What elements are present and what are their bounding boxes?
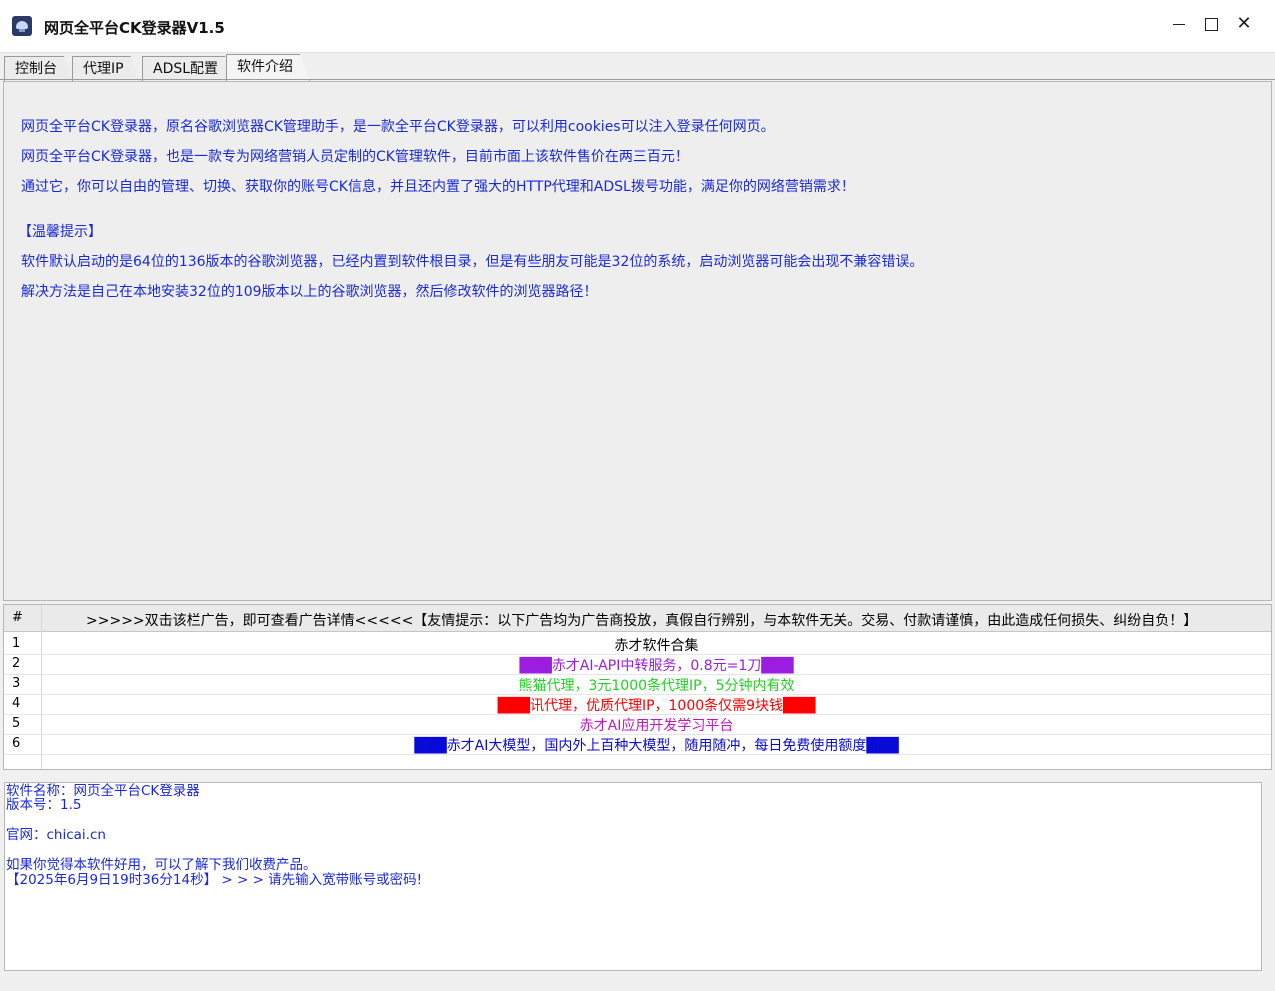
intro-line: 网页全平台CK登录器，也是一款专为网络营销人员定制的CK管理软件，目前市面上该软… — [21, 149, 689, 165]
table-row[interactable]: 2 ███赤才AI-API中转服务，0.8元=1刀███ — [4, 654, 1271, 675]
log-textarea[interactable]: 软件名称：网页全平台CK登录器 版本号：1.5 官网：chicai.cn 如果你… — [4, 782, 1262, 971]
ad-text[interactable]: 赤才软件合集 — [42, 635, 1271, 655]
row-number: 6 — [12, 736, 21, 751]
log-line: 版本号：1.5 — [6, 797, 82, 813]
log-line: 官网：chicai.cn — [6, 827, 106, 843]
column-header-number: # — [12, 610, 23, 625]
tab-proxy-ip[interactable]: 代理IP — [72, 56, 141, 81]
tips-heading: 【温馨提示】 — [18, 224, 102, 240]
status-bar — [0, 972, 1275, 991]
minimize-icon[interactable] — [1163, 8, 1195, 40]
intro-line: 网页全平台CK登录器，原名谷歌浏览器CK管理助手，是一款全平台CK登录器，可以利… — [21, 119, 775, 135]
row-number: 3 — [12, 676, 21, 691]
title-bar: 网页全平台CK登录器V1.5 ✕ — [0, 0, 1275, 53]
intro-panel: 网页全平台CK登录器，原名谷歌浏览器CK管理助手，是一款全平台CK登录器，可以利… — [3, 81, 1272, 601]
intro-line: 软件默认启动的是64位的136版本的谷歌浏览器，已经内置到软件根目录，但是有些朋… — [21, 254, 924, 270]
tab-divider — [0, 79, 1275, 80]
intro-line: 解决方法是自己在本地安装32位的109版本以上的谷歌浏览器，然后修改软件的浏览器… — [21, 284, 598, 300]
intro-line: 通过它，你可以自由的管理、切换、获取你的账号CK信息，并且还内置了强大的HTTP… — [21, 179, 855, 195]
column-header-ad-notice: >>>>>双击该栏广告，即可查看广告详情<<<<<【友情提示：以下广告均为广告商… — [86, 613, 1198, 629]
close-icon[interactable]: ✕ — [1228, 8, 1260, 40]
maximize-icon[interactable] — [1195, 8, 1227, 40]
app-icon — [12, 16, 32, 36]
ad-text[interactable]: 熊猫代理，3元1000条代理IP，5分钟内有效 — [42, 675, 1271, 695]
tab-adsl-config[interactable]: ADSL配置 — [142, 56, 235, 81]
ad-text[interactable]: ███赤才AI-API中转服务，0.8元=1刀███ — [42, 655, 1271, 675]
ad-text[interactable]: 赤才AI应用开发学习平台 — [42, 715, 1271, 735]
log-line: 【2025年6月9日19时36分14秒】 > > > 请先输入宽带账号或密码! — [6, 872, 423, 888]
window-title: 网页全平台CK登录器V1.5 — [44, 19, 225, 37]
ad-text[interactable]: ███赤才AI大模型，国内外上百种大模型，随用随冲，每日免费使用额度███ — [42, 735, 1271, 755]
table-row[interactable]: 6 ███赤才AI大模型，国内外上百种大模型，随用随冲，每日免费使用额度███ — [4, 734, 1271, 755]
row-number: 1 — [12, 636, 21, 651]
tab-software-intro[interactable]: 软件介绍 — [226, 54, 310, 81]
table-row[interactable]: 1 赤才软件合集 — [4, 634, 1271, 655]
ad-text[interactable]: ███讯代理，优质代理IP，1000条仅需9块钱███ — [42, 695, 1271, 715]
row-number: 2 — [12, 656, 21, 671]
ad-table-header: # >>>>>双击该栏广告，即可查看广告详情<<<<<【友情提示：以下广告均为广… — [4, 605, 1271, 632]
table-row[interactable]: 3 熊猫代理，3元1000条代理IP，5分钟内有效 — [4, 674, 1271, 695]
ad-table[interactable]: # >>>>>双击该栏广告，即可查看广告详情<<<<<【友情提示：以下广告均为广… — [3, 604, 1272, 770]
tab-console[interactable]: 控制台 — [4, 56, 74, 81]
log-line: 如果你觉得本软件好用，可以了解下我们收费产品。 — [6, 857, 317, 873]
row-number: 4 — [12, 696, 21, 711]
row-number: 5 — [12, 716, 21, 731]
table-row[interactable]: 4 ███讯代理，优质代理IP，1000条仅需9块钱███ — [4, 694, 1271, 715]
table-row[interactable]: 5 赤才AI应用开发学习平台 — [4, 714, 1271, 735]
tab-strip: 控制台 代理IP ADSL配置 软件介绍 — [4, 54, 1264, 80]
